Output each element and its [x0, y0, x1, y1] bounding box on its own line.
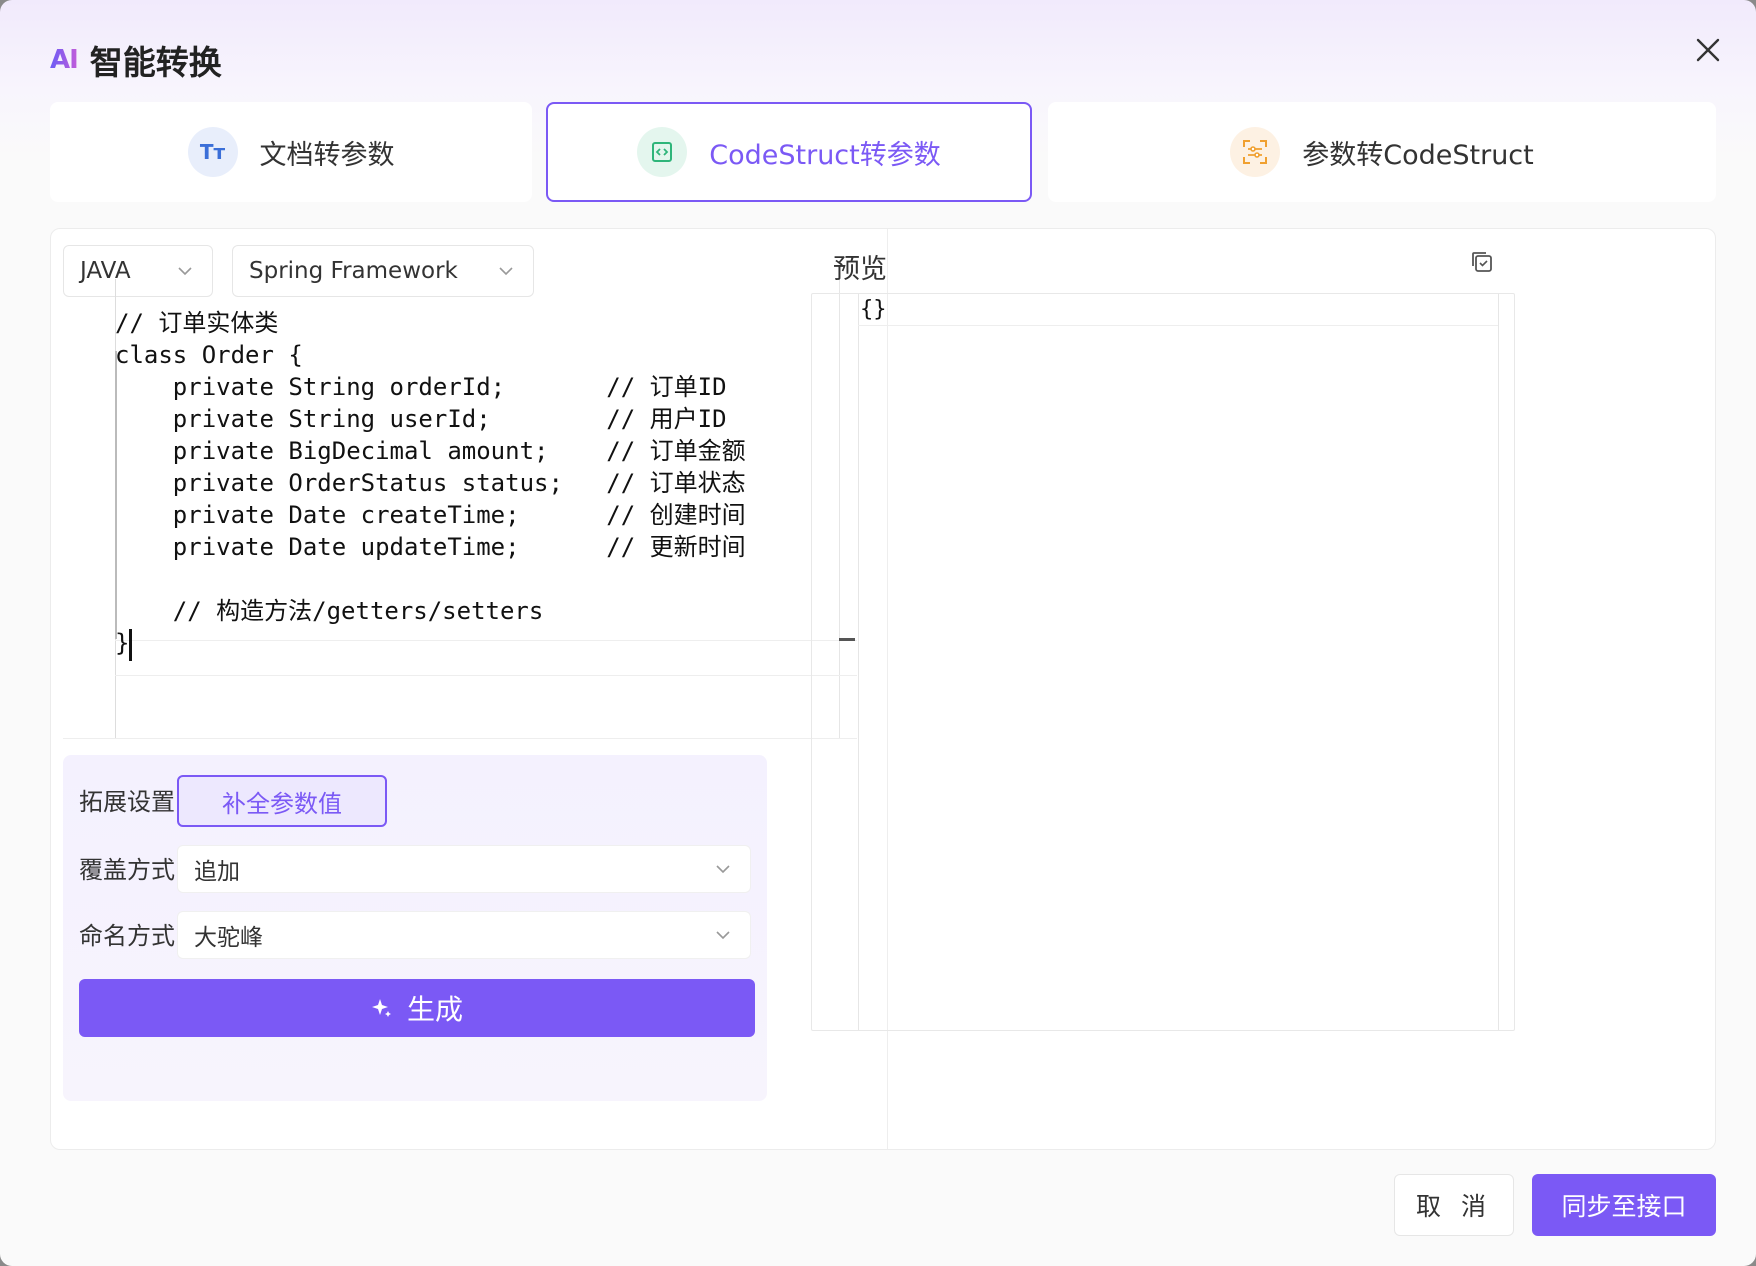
copy-icon — [1472, 252, 1492, 272]
tab-doc-to-params[interactable]: Tт 文档转参数 — [50, 102, 532, 202]
code-line: // 构造方法/getters/setters — [115, 597, 544, 625]
ai-logo: AI — [50, 45, 79, 75]
preview-title: 预览 — [833, 254, 887, 285]
chevron-down-icon — [716, 931, 730, 940]
code-line: class Order { — [115, 341, 303, 369]
close-button[interactable] — [1688, 30, 1728, 70]
fill-values-button[interactable]: 补全参数值 — [177, 775, 387, 827]
chevron-down-icon — [716, 865, 730, 874]
scan-icon — [1230, 127, 1281, 177]
tab-label: CodeStruct转参数 — [709, 139, 941, 171]
code-icon — [637, 127, 688, 177]
cover-mode-select[interactable]: 追加 — [177, 845, 751, 893]
code-line: private Date updateTime; // 更新时间 — [115, 533, 746, 561]
preview-editor[interactable]: {} — [811, 293, 1515, 1031]
code-editor[interactable]: // 订单实体类 class Order { private String or… — [63, 279, 857, 739]
tab-label: 文档转参数 — [259, 139, 395, 171]
cancel-button[interactable]: 取 消 — [1394, 1174, 1514, 1236]
tab-codestruct-to-params[interactable]: CodeStruct转参数 — [546, 102, 1032, 202]
code-line: // 订单实体类 — [115, 309, 279, 337]
cover-label: 覆盖方式 — [79, 856, 175, 884]
preview-gutter — [858, 294, 859, 1030]
code-line: } — [115, 629, 130, 657]
preview-code: {} — [860, 297, 887, 322]
preview-current-line — [858, 294, 1498, 326]
dialog-title: 智能转换 — [89, 43, 222, 82]
preview-ruler — [1498, 294, 1499, 1030]
extension-settings: 拓展设置 补全参数值 覆盖方式 追加 命名方式 大驼峰 生成 — [63, 755, 767, 1101]
text-format-icon: Tт — [187, 127, 238, 177]
code-line: private String orderId; // 订单ID — [115, 373, 727, 401]
code-line: private OrderStatus status; // 订单状态 — [115, 469, 746, 497]
copy-button[interactable] — [1469, 249, 1501, 281]
naming-mode-select[interactable]: 大驼峰 — [177, 911, 751, 959]
current-line-highlight — [115, 640, 857, 676]
naming-label: 命名方式 — [79, 922, 175, 950]
tab-bar: Tт 文档转参数 CodeStruct转参数 参数转CodeStruct — [50, 102, 1716, 202]
chevron-down-icon — [499, 267, 513, 276]
convert-panel: JAVA Spring Framework // 订单实体类 class Ord… — [50, 228, 1716, 1150]
sync-to-api-button[interactable]: 同步至接口 — [1532, 1174, 1716, 1236]
tab-params-to-codestruct[interactable]: 参数转CodeStruct — [1048, 102, 1716, 202]
code-line: private String userId; // 用户ID — [115, 405, 727, 433]
smart-convert-dialog: AI 智能转换 Tт 文档转参数 CodeStruct转参数 参数转CodeSt… — [0, 0, 1756, 1266]
extension-label: 拓展设置 — [79, 788, 175, 816]
tab-label: 参数转CodeStruct — [1302, 139, 1534, 171]
close-icon — [1696, 38, 1720, 62]
dialog-header: AI 智能转换 — [50, 40, 222, 82]
code-line: private Date createTime; // 创建时间 — [115, 501, 746, 529]
chevron-down-icon — [178, 267, 192, 276]
code-line: private BigDecimal amount; // 订单金额 — [115, 437, 746, 465]
text-caret — [129, 629, 132, 661]
generate-button[interactable]: 生成 — [79, 979, 755, 1037]
sparkle-icon — [371, 999, 391, 1017]
